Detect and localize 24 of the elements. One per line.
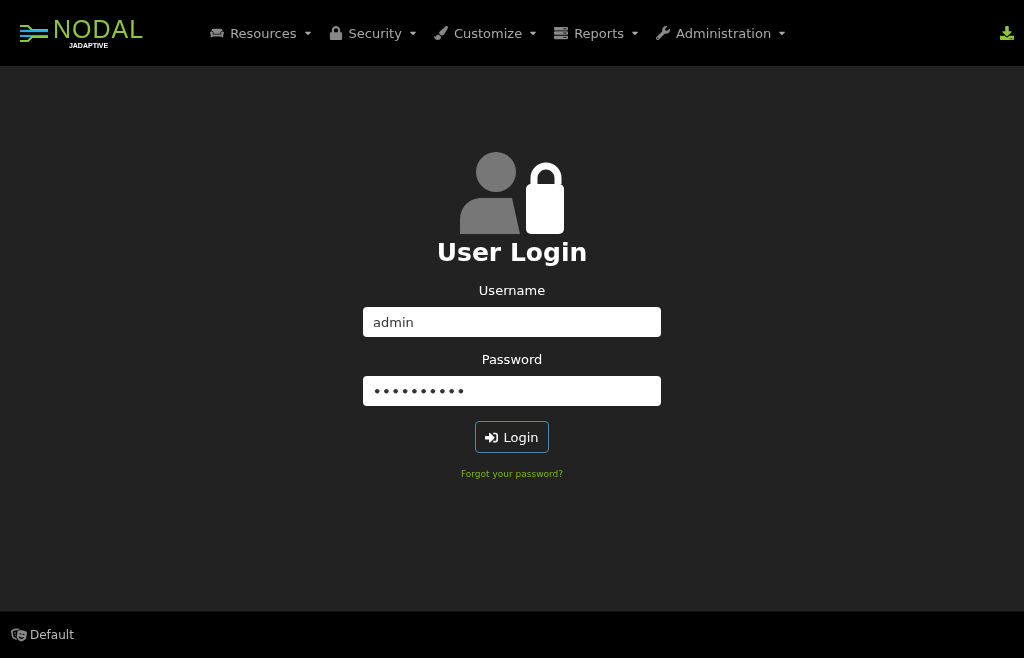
lock-icon xyxy=(328,26,343,40)
username-field[interactable]: admin xyxy=(363,307,661,337)
brush-icon xyxy=(433,26,448,40)
server-icon xyxy=(554,26,569,40)
nav-menu-item[interactable]: Security xyxy=(328,25,418,41)
couch-icon xyxy=(210,26,225,40)
logo-name: NODAL xyxy=(53,17,145,42)
wrench-icon xyxy=(656,26,671,40)
theme-masks-icon xyxy=(11,627,27,643)
download-icon[interactable] xyxy=(1000,26,1014,40)
user-lock-icon xyxy=(460,152,564,234)
login-button[interactable]: Login xyxy=(475,421,549,453)
sign-in-icon xyxy=(485,430,499,444)
nav-menu-item[interactable]: Administration xyxy=(656,25,788,41)
field-label: Username xyxy=(478,283,546,298)
field-label: Password xyxy=(481,352,543,367)
logo-lines-icon xyxy=(18,23,50,43)
forgot-password-link[interactable]: Forgot your password? xyxy=(460,469,564,479)
login-title: User Login xyxy=(436,238,588,267)
nav-menu-item[interactable]: Reports xyxy=(554,25,641,41)
nav-menu-item[interactable]: Customize xyxy=(433,25,539,41)
theme-name[interactable]: Default xyxy=(30,628,74,642)
password-field[interactable]: •••••••••• xyxy=(363,376,661,406)
nav-menu-item[interactable]: Resources xyxy=(210,25,313,41)
